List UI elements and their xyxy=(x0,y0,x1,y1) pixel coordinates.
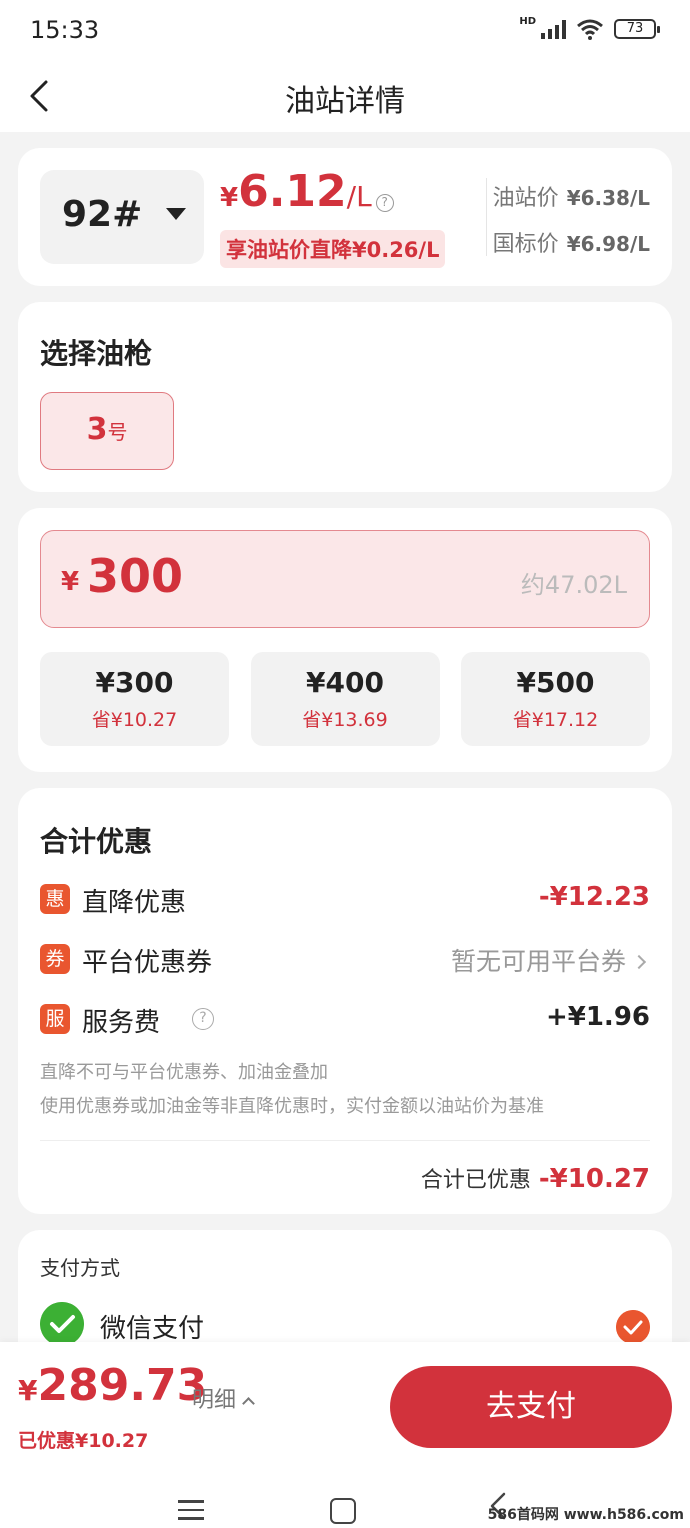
quick-amount-row: ¥300 省¥10.27 ¥400 省¥13.69 ¥500 省¥17.12 xyxy=(40,652,650,746)
pay-button[interactable]: 去支付 xyxy=(390,1366,672,1448)
menu-icon[interactable] xyxy=(178,1500,204,1526)
total-payable: ¥ 289.73 xyxy=(18,1360,207,1411)
coupon-value-text: 暂无可用平台券 xyxy=(450,947,626,976)
network-type: HD xyxy=(519,15,536,27)
discount-note: 直降不可与平台优惠券、加油金叠加 xyxy=(40,1062,328,1083)
price-unit: /L xyxy=(346,180,372,213)
quick-amount-label: ¥300 xyxy=(95,666,174,699)
station-price-value: ¥6.38/L xyxy=(566,186,650,210)
system-nav-bar: 586首码网 www.h586.com xyxy=(0,1458,690,1528)
discount-tag-icon: 惠 xyxy=(40,884,70,914)
detail-toggle[interactable]: 明细 xyxy=(192,1382,255,1414)
discount-title: 合计优惠 xyxy=(40,825,153,858)
amount-input[interactable]: ¥ 300 约47.02L xyxy=(40,530,650,628)
nozzle-title: 选择油枪 xyxy=(40,337,153,370)
coupon-tag-icon: 券 xyxy=(40,944,70,974)
price-card: 92# ¥ 6.12 /L ? 享油站价直降¥0.26/L 油站价 ¥6.38/L… xyxy=(18,148,672,286)
signal-icon xyxy=(541,20,566,39)
fuel-grade-select[interactable]: 92# xyxy=(40,170,204,264)
nav-bar: 油站详情 xyxy=(0,60,690,132)
amount-currency: ¥ xyxy=(61,567,80,597)
fuel-price: ¥ 6.12 /L ? xyxy=(220,166,394,217)
quick-amount-300[interactable]: ¥300 省¥10.27 xyxy=(40,652,229,746)
status-icons: HD 73 xyxy=(519,15,660,40)
price-currency: ¥ xyxy=(220,183,239,213)
service-fee-value: +¥1.96 xyxy=(545,1002,650,1032)
service-fee-row: 服 服务费 ? +¥1.96 xyxy=(40,1000,650,1040)
help-icon[interactable]: ? xyxy=(192,1008,214,1030)
coupon-value: 暂无可用平台券 xyxy=(450,942,647,978)
nozzle-card: 选择油枪 3号 xyxy=(18,302,672,492)
total-discount-label: 合计已优惠 xyxy=(420,1168,531,1193)
status-bar: 15:33 HD 73 xyxy=(0,0,690,60)
amount-value: 300 xyxy=(87,549,184,603)
discount-card: 合计优惠 惠 直降优惠 -¥12.23 券 平台优惠券 暂无可用平台券 服 服务… xyxy=(18,788,672,1214)
payment-method-label[interactable]: 微信支付 xyxy=(100,1308,204,1345)
detail-label: 明细 xyxy=(192,1388,237,1413)
national-price: 国标价 ¥6.98/L xyxy=(493,226,650,258)
station-price-label: 油站价 xyxy=(492,186,559,211)
amount-liters: 约47.02L xyxy=(520,571,627,599)
nozzle-option-3[interactable]: 3号 xyxy=(40,392,174,470)
nozzle-number: 3 xyxy=(86,412,108,447)
amount-card: ¥ 300 约47.02L ¥300 省¥10.27 ¥400 省¥13.69 … xyxy=(18,508,672,772)
total-currency: ¥ xyxy=(18,1374,38,1407)
bottom-bar: ¥ 289.73 明细 已优惠¥10.27 去支付 xyxy=(0,1342,690,1458)
wifi-icon xyxy=(577,19,603,40)
national-price-label: 国标价 xyxy=(492,232,559,257)
coupon-label: 平台优惠券 xyxy=(82,948,213,978)
discount-badge: 享油站价直降¥0.26/L xyxy=(220,230,446,268)
price-value: 6.12 xyxy=(238,166,347,217)
quick-amount-label: ¥400 xyxy=(306,666,384,699)
watermark: 586首码网 www.h586.com xyxy=(487,1507,684,1523)
direct-discount-label: 直降优惠 xyxy=(82,888,187,918)
quick-amount-save: 省¥13.69 xyxy=(302,709,388,731)
quick-amount-save: 省¥17.12 xyxy=(512,709,599,731)
service-tag-icon: 服 xyxy=(40,1004,70,1034)
direct-discount-value: -¥12.23 xyxy=(538,882,650,912)
chevron-up-icon xyxy=(242,1397,255,1410)
quick-amount-400[interactable]: ¥400 省¥13.69 xyxy=(250,652,440,746)
status-time: 15:33 xyxy=(30,16,100,44)
home-icon[interactable] xyxy=(330,1498,356,1524)
fuel-grade-label: 92# xyxy=(62,194,143,235)
check-icon[interactable] xyxy=(616,1310,650,1344)
quick-amount-save: 省¥10.27 xyxy=(91,709,178,731)
total-discount-value: -¥10.27 xyxy=(538,1164,650,1194)
national-price-value: ¥6.98/L xyxy=(566,232,650,256)
quick-amount-label: ¥500 xyxy=(516,666,595,699)
payment-card: 支付方式 微信支付 xyxy=(18,1230,672,1360)
coupon-row[interactable]: 券 平台优惠券 暂无可用平台券 xyxy=(40,940,650,980)
wechat-pay-icon xyxy=(40,1302,84,1346)
page-title: 油站详情 xyxy=(285,84,405,119)
divider xyxy=(486,178,487,256)
payment-title: 支付方式 xyxy=(40,1256,120,1280)
total-value: 289.73 xyxy=(37,1360,208,1411)
direct-discount-row: 惠 直降优惠 -¥12.23 xyxy=(40,880,650,920)
chevron-right-icon xyxy=(631,954,647,970)
divider xyxy=(40,1140,650,1141)
total-discount: 合计已优惠 -¥10.27 xyxy=(421,1162,650,1194)
quick-amount-500[interactable]: ¥500 省¥17.12 xyxy=(461,652,650,746)
caret-down-icon xyxy=(166,208,186,220)
station-price: 油站价 ¥6.38/L xyxy=(493,180,650,212)
service-fee-label: 服务费 xyxy=(82,1008,161,1038)
nozzle-suffix: 号 xyxy=(107,420,128,444)
saved-amount: 已优惠¥10.27 xyxy=(18,1430,149,1452)
discount-note: 使用优惠券或加油金等非直降优惠时，实付金额以油站价为基准 xyxy=(40,1096,544,1117)
help-icon[interactable]: ? xyxy=(375,194,394,212)
battery-icon: 73 xyxy=(614,19,660,39)
